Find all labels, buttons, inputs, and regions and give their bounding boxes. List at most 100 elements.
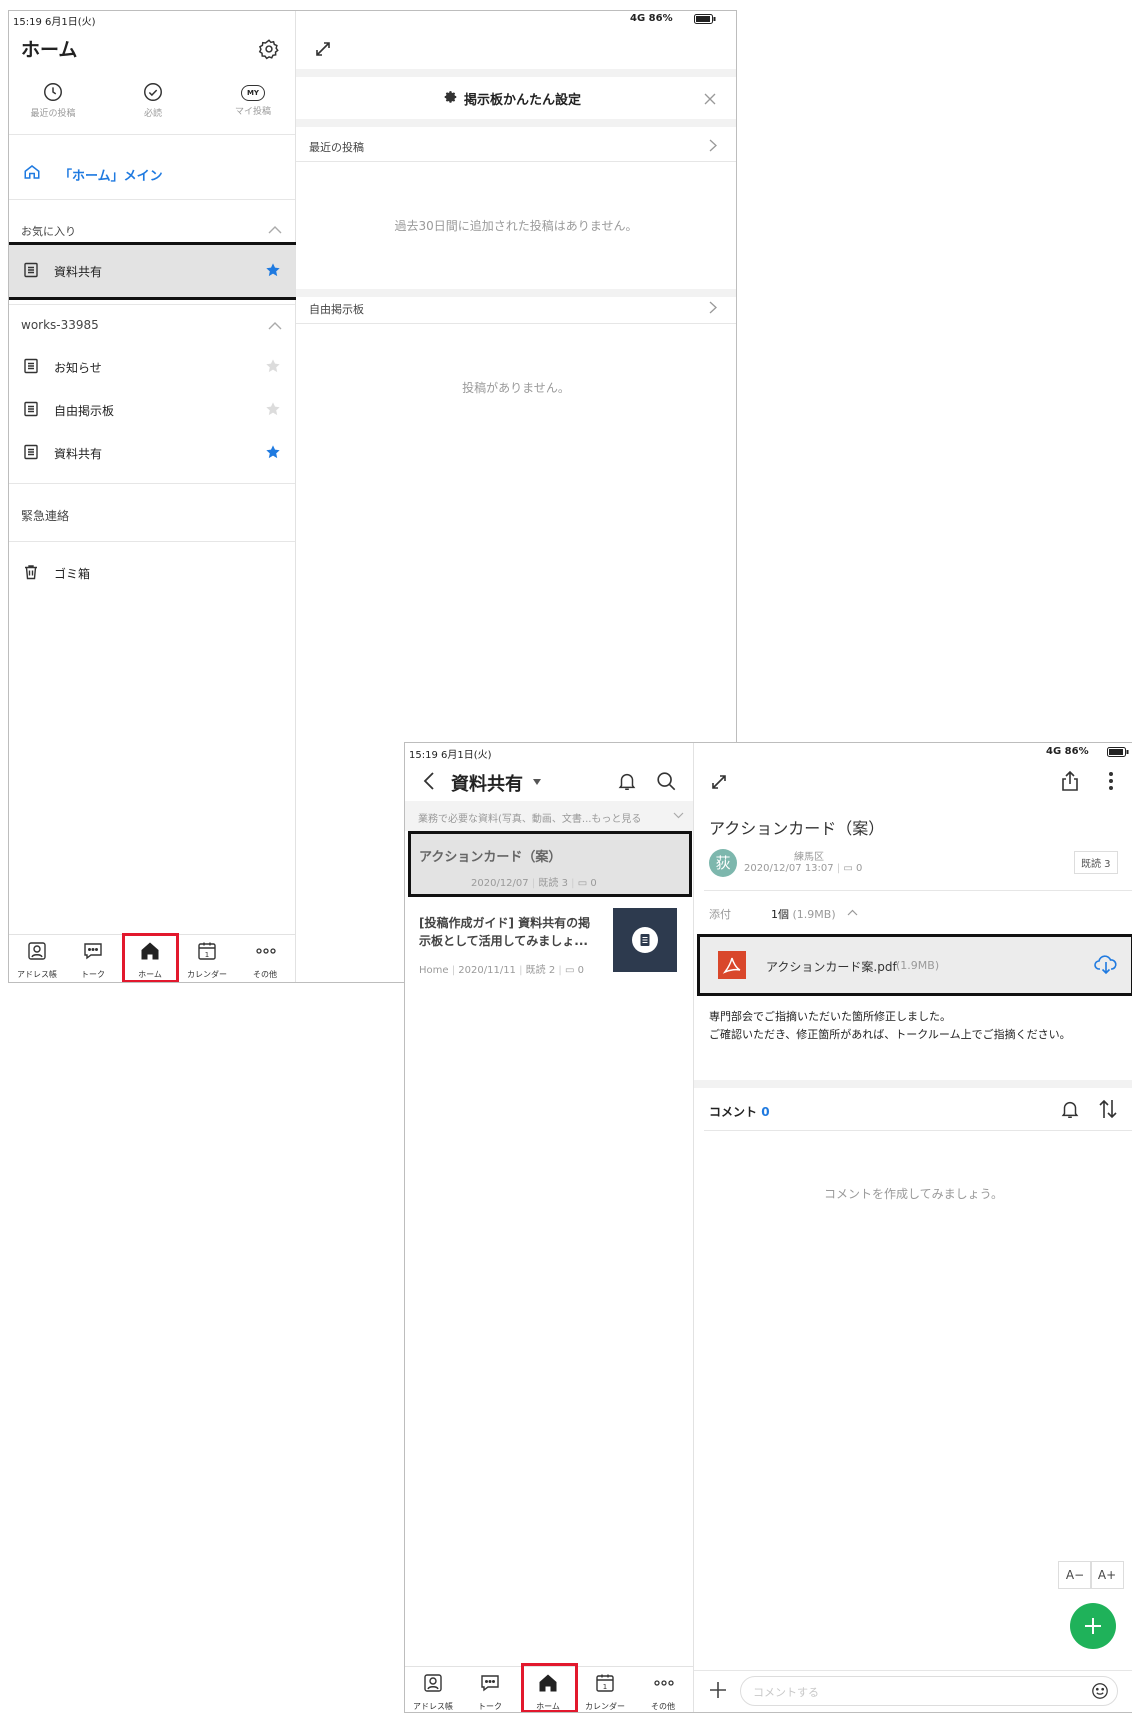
address-book-icon — [28, 942, 46, 960]
bottom-tab-bar: アドレス帳 トーク ホーム 1 カレンダー その他 — [405, 1663, 693, 1712]
compose-fab[interactable] — [1070, 1603, 1116, 1649]
board-item-free[interactable]: 自由掲示板 — [9, 399, 295, 439]
share-icon[interactable] — [1060, 770, 1080, 792]
gear-icon[interactable] — [258, 38, 280, 60]
add-attachment-icon[interactable] — [708, 1680, 728, 1700]
tab-talk[interactable]: トーク — [462, 1667, 518, 1712]
board-item-label: 資料共有 — [54, 447, 103, 461]
chevron-down-icon — [673, 812, 684, 819]
recent-section-header[interactable]: 最近の投稿 — [309, 139, 364, 155]
home-sidebar: 15:19 6月1日(火) ホーム 最近の投稿 必読 MY マイ投稿 「ホーム」… — [9, 11, 299, 982]
attach-size: (1.9MB) — [792, 908, 836, 921]
attach-label: 添付 — [709, 908, 731, 921]
board-item-notice[interactable]: お知らせ — [9, 356, 295, 396]
author-name[interactable]: 練馬区 — [794, 848, 824, 863]
tab-label: マイ投稿 — [234, 107, 271, 117]
board-item-shared-docs[interactable]: 資料共有 — [9, 442, 295, 482]
settings-icon — [444, 91, 457, 103]
tab-must-read[interactable]: 必読 — [123, 81, 183, 119]
home-main-link[interactable]: 「ホーム」メイン — [59, 165, 163, 184]
tab-label: アドレス帳 — [413, 1702, 453, 1711]
post-item[interactable]: [投稿作成ガイド] 資料共有の掲示板として活用してみましょ... Home | … — [405, 903, 693, 983]
search-icon[interactable] — [655, 770, 677, 792]
more-vertical-icon[interactable] — [1108, 771, 1114, 791]
tab-address-book[interactable]: アドレス帳 — [405, 1667, 461, 1712]
post-date: 2020/11/11 — [458, 965, 516, 976]
document-icon — [24, 401, 38, 417]
home-outline-icon — [23, 163, 41, 181]
tab-recent-posts[interactable]: 最近の投稿 — [23, 81, 83, 119]
clock-icon — [44, 83, 62, 101]
tab-address-book[interactable]: アドレス帳 — [9, 935, 65, 981]
comment-placeholder: コメントする — [753, 1686, 819, 1699]
post-read-count: 既読 2 — [525, 965, 556, 976]
caret-down-icon[interactable] — [533, 779, 541, 785]
expand-icon[interactable] — [313, 39, 333, 59]
emoji-icon[interactable] — [1091, 1682, 1109, 1700]
board-item-label: 自由掲示板 — [54, 404, 115, 418]
board-description-text: 業務で必要な資料(写真、動画、文書...もっと見る — [418, 814, 642, 825]
star-filled-icon[interactable] — [265, 444, 281, 460]
expand-icon[interactable] — [709, 772, 729, 792]
font-smaller-button[interactable]: A− — [1058, 1561, 1092, 1589]
tab-label: トーク — [81, 970, 105, 979]
document-icon — [632, 927, 658, 953]
tab-label: その他 — [651, 1702, 675, 1711]
document-icon — [24, 358, 38, 374]
chevron-right-icon[interactable] — [709, 301, 717, 314]
attach-count: 1個 — [771, 908, 789, 921]
bell-icon[interactable] — [1059, 1098, 1081, 1120]
talk-icon — [481, 1675, 499, 1692]
tab-label: アドレス帳 — [17, 970, 57, 979]
tab-calendar[interactable]: 1 カレンダー — [179, 935, 235, 981]
tab-calendar[interactable]: 1 カレンダー — [577, 1667, 633, 1712]
post-title: アクションカード（案） — [709, 819, 885, 838]
board-title[interactable]: 資料共有 — [451, 770, 523, 796]
tab-label: その他 — [253, 970, 277, 979]
chevron-right-icon[interactable] — [709, 139, 717, 152]
comment-input[interactable]: コメントする — [740, 1676, 1118, 1706]
avatar[interactable]: 荻 — [709, 849, 737, 877]
post-thumbnail — [613, 908, 677, 972]
board-description[interactable]: 業務で必要な資料(写真、動画、文書...もっと見る — [405, 801, 693, 831]
tab-my-posts[interactable]: MY マイ投稿 — [223, 81, 283, 117]
post-comment-count: 0 — [856, 863, 863, 874]
top-tabs: 最近の投稿 必読 MY マイ投稿 — [9, 81, 295, 133]
board-detail-screen: 15:19 6月1日(火) 資料共有 業務で必要な資料(写真、動画、文書...も… — [404, 742, 1132, 1713]
sort-icon[interactable] — [1098, 1098, 1118, 1120]
tab-more[interactable]: その他 — [237, 935, 293, 981]
trash-item[interactable]: ゴミ箱 — [54, 565, 90, 582]
tab-label: 最近の投稿 — [30, 109, 76, 119]
star-empty-icon[interactable] — [265, 358, 281, 374]
trash-icon — [25, 565, 37, 580]
free-board-header[interactable]: 自由掲示板 — [309, 301, 364, 317]
tab-more[interactable]: その他 — [635, 1667, 691, 1712]
settings-banner-title[interactable]: 掲示板かんたん設定 — [464, 89, 581, 108]
close-icon[interactable] — [704, 93, 716, 105]
post-title: [投稿作成ガイド] 資料共有の掲示板として活用してみましょ... — [419, 916, 591, 948]
more-icon — [256, 948, 276, 954]
font-larger-button[interactable]: A+ — [1090, 1561, 1124, 1589]
status-signal: 4G 86% — [630, 13, 673, 24]
comments-count: 0 — [761, 1105, 770, 1119]
tab-label: トーク — [478, 1702, 502, 1711]
tab-label: カレンダー — [187, 970, 227, 979]
tab-label: 必読 — [143, 109, 162, 119]
bell-icon[interactable] — [616, 770, 638, 792]
tab-talk[interactable]: トーク — [65, 935, 121, 981]
chevron-up-icon[interactable] — [268, 321, 282, 331]
highlight-box — [122, 933, 179, 982]
emergency-section[interactable]: 緊急連絡 — [21, 507, 69, 524]
back-icon[interactable] — [423, 771, 435, 791]
calendar-icon: 1 — [596, 1674, 614, 1692]
highlight-box — [408, 831, 692, 897]
chevron-up-icon[interactable] — [268, 225, 282, 235]
chevron-up-icon[interactable] — [847, 909, 858, 916]
star-empty-icon[interactable] — [265, 401, 281, 417]
comment-icon: ▭ — [843, 863, 853, 874]
my-icon: MY — [241, 85, 265, 101]
plus-icon — [1085, 1618, 1101, 1634]
address-book-icon — [424, 1674, 442, 1692]
read-count-badge[interactable]: 既読 3 — [1074, 851, 1118, 874]
group-header: works-33985 — [21, 318, 99, 332]
